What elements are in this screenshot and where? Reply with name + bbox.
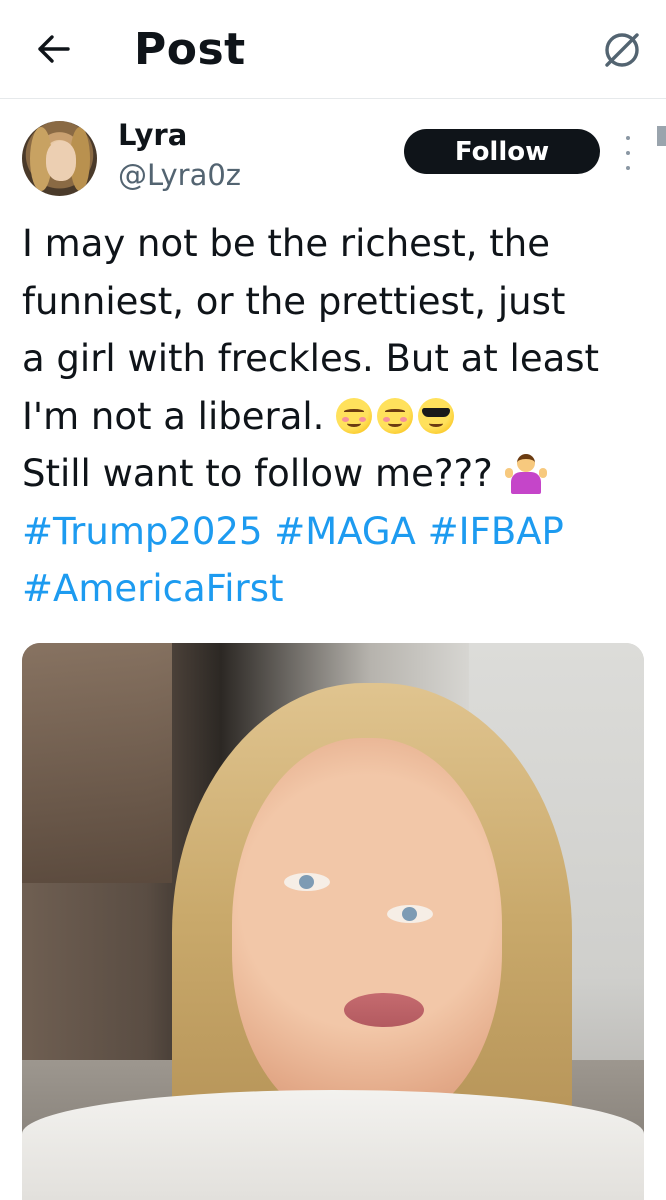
post-text-line: I may not be the richest, the — [22, 222, 550, 265]
hashtags-line: #Trump2025 #MAGA #IFBAP — [22, 503, 652, 561]
blush-emoji — [336, 397, 373, 434]
hashtag-link[interactable]: #IFBAP — [428, 510, 564, 553]
post-text-line: funniest, or the prettiest, just — [22, 279, 566, 323]
grok-button[interactable] — [600, 28, 644, 72]
post-text-line: I'm not a liberal. — [22, 394, 325, 438]
post-text-line: Still want to follow me??? — [22, 452, 493, 495]
grok-icon — [605, 33, 639, 67]
hashtag-link[interactable]: #MAGA — [274, 510, 416, 553]
post-text-line-with-emoji: Still want to follow me??? — [22, 445, 652, 503]
top-bar: Post — [0, 0, 666, 99]
post-text-line-with-emoji: I'm not a liberal. — [22, 388, 652, 446]
follow-button[interactable]: Follow — [404, 129, 600, 174]
page-title: Post — [134, 24, 246, 75]
post-text-line: a girl with freckles. But at least — [22, 337, 600, 380]
post-image[interactable] — [22, 643, 644, 1200]
sunglasses-emoji — [418, 397, 455, 434]
scrollbar[interactable] — [657, 126, 666, 146]
person-shrugging-emoji — [504, 452, 547, 494]
more-vertical-icon — [626, 136, 630, 140]
hashtag-link[interactable]: #Trump2025 — [22, 510, 263, 553]
post-text: I may not be the richest, the funniest, … — [22, 215, 652, 618]
back-button[interactable] — [28, 28, 78, 70]
avatar[interactable] — [22, 121, 97, 196]
author-handle[interactable]: @Lyra0z — [118, 158, 241, 192]
author-name[interactable]: Lyra — [118, 118, 187, 152]
more-options-button[interactable] — [618, 136, 638, 170]
relieved-emoji — [377, 397, 414, 434]
post-screen: Post Lyra @Lyra0z Follow I may not be th… — [0, 0, 666, 1200]
hashtag-link[interactable]: #AmericaFirst — [22, 567, 284, 610]
hashtags-line: #AmericaFirst — [22, 560, 652, 618]
arrow-left-icon — [38, 35, 70, 63]
